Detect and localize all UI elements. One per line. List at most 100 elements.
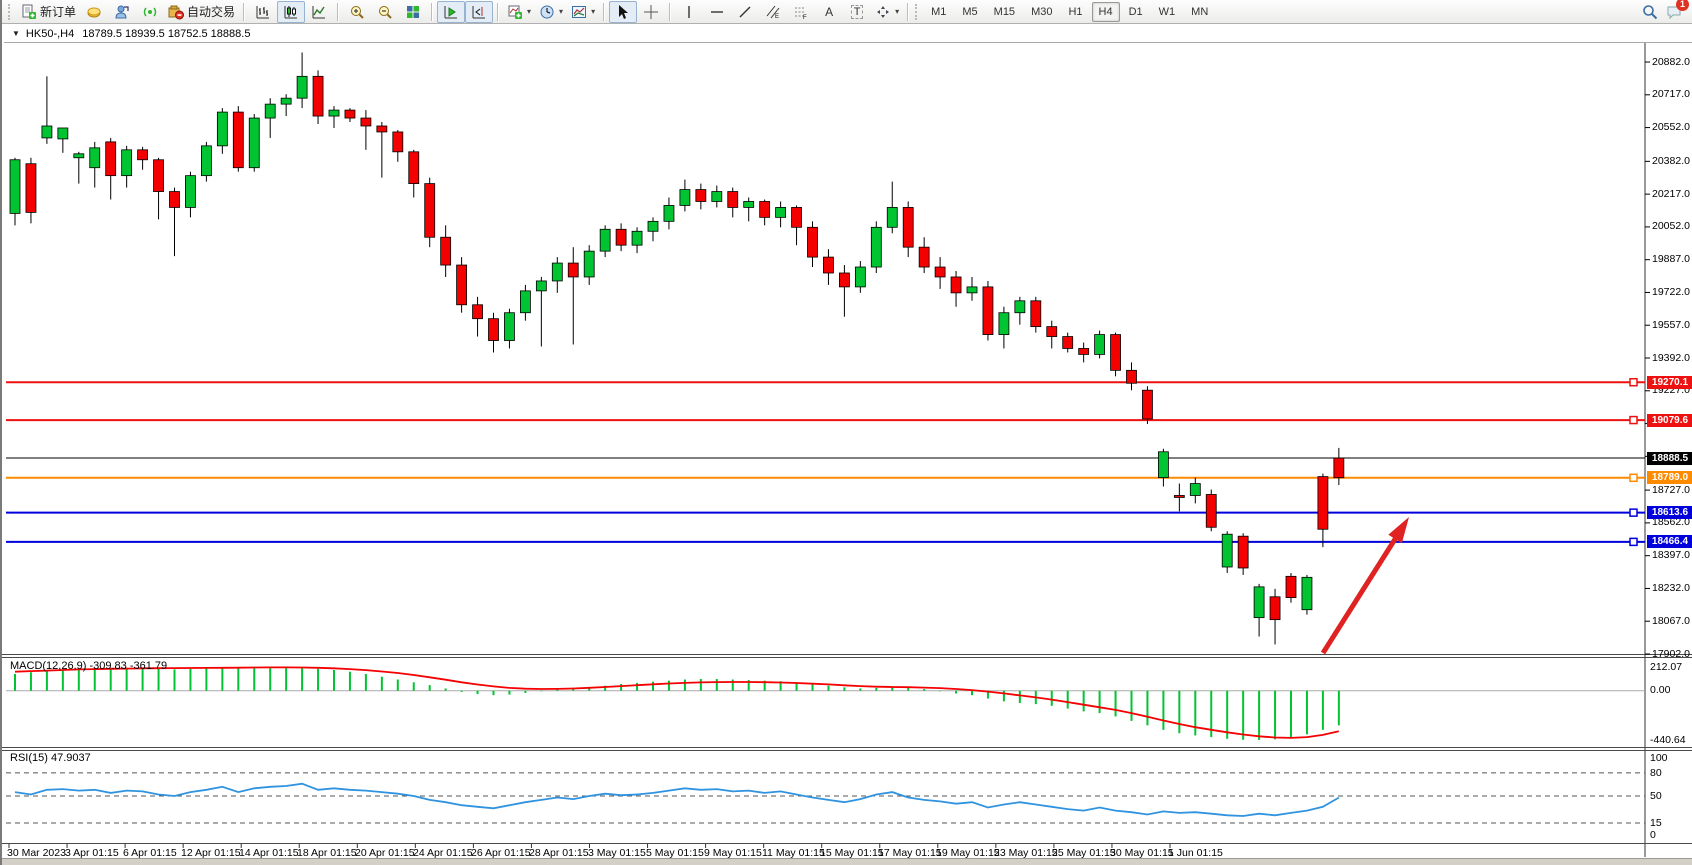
- candle-body: [568, 263, 578, 277]
- horizontal-line-button[interactable]: [703, 1, 731, 23]
- price-level-label-18466.4[interactable]: 18466.4: [1647, 535, 1692, 548]
- text-button[interactable]: A: [815, 1, 843, 23]
- candle-body: [903, 207, 913, 247]
- auto-scroll-button[interactable]: [437, 1, 465, 23]
- channel-button[interactable]: E: [759, 1, 787, 23]
- timeframe-M30[interactable]: M30: [1024, 2, 1059, 22]
- timeframe-M5[interactable]: M5: [955, 2, 984, 22]
- timeframe-D1[interactable]: D1: [1122, 2, 1150, 22]
- zoom-out-button[interactable]: [371, 1, 399, 23]
- candle-body: [106, 142, 116, 176]
- signal-button[interactable]: [136, 1, 164, 23]
- candle-body: [185, 176, 195, 208]
- tile-windows-icon: [405, 4, 421, 20]
- fibonacci-icon: F: [793, 4, 809, 20]
- periods-button[interactable]: ▾: [535, 1, 567, 23]
- bar-chart-icon: [255, 4, 271, 20]
- bar-chart-button[interactable]: [249, 1, 277, 23]
- profile-icon: [114, 4, 130, 20]
- candle-body: [1063, 337, 1073, 349]
- candlestick-chart-button[interactable]: [277, 1, 305, 23]
- search-icon[interactable]: [1642, 4, 1658, 20]
- toolbar-separator: [907, 3, 909, 21]
- templates-button[interactable]: ▾: [567, 1, 599, 23]
- candle-body: [361, 118, 371, 126]
- trendline-button[interactable]: [731, 1, 759, 23]
- hline-marker[interactable]: [1630, 379, 1637, 386]
- profile-button[interactable]: [108, 1, 136, 23]
- candle-body: [1111, 335, 1121, 371]
- candle-body: [648, 221, 658, 231]
- chart-title-bar: ▼ HK50-,H4 18789.5 18939.5 18752.5 18888…: [4, 25, 1692, 43]
- hline-marker[interactable]: [1630, 474, 1637, 481]
- price-level-label-19079.6[interactable]: 19079.6: [1647, 414, 1692, 427]
- candle-body: [10, 160, 20, 214]
- candlestick-chart-icon: [283, 4, 299, 20]
- candle-body: [680, 190, 690, 206]
- svg-text:E: E: [775, 14, 779, 20]
- notification-badge[interactable]: 1: [1676, 0, 1689, 11]
- candle-body: [42, 126, 52, 138]
- new-order-button[interactable]: 新订单: [17, 1, 80, 23]
- gold-icon: [86, 4, 102, 20]
- macd-signal-line: [15, 667, 1339, 738]
- tile-windows-button[interactable]: [399, 1, 427, 23]
- chart-shift-icon: [471, 4, 487, 20]
- candle-body: [616, 229, 626, 245]
- text-label-button[interactable]: T: [843, 1, 871, 23]
- price-level-label-18888.5[interactable]: 18888.5: [1647, 452, 1692, 465]
- vertical-line-button[interactable]: [675, 1, 703, 23]
- timeframe-M15[interactable]: M15: [987, 2, 1022, 22]
- hline-marker[interactable]: [1630, 538, 1637, 545]
- text-icon: A: [825, 5, 833, 19]
- line-chart-icon: [311, 4, 327, 20]
- candle-body: [760, 201, 770, 217]
- zoom-in-button[interactable]: [343, 1, 371, 23]
- candle-body: [457, 265, 467, 305]
- indicators-button[interactable]: ▾: [503, 1, 535, 23]
- price-level-label-19270.1[interactable]: 19270.1: [1647, 376, 1692, 389]
- candle-body: [170, 192, 180, 208]
- fibonacci-button[interactable]: F: [787, 1, 815, 23]
- autotrading-button[interactable]: 自动交易: [164, 1, 239, 23]
- candle-body: [776, 207, 786, 217]
- new-order-label: 新订单: [40, 3, 76, 20]
- editor-button[interactable]: [80, 1, 108, 23]
- chart-shift-button[interactable]: [465, 1, 493, 23]
- chart-dropdown-icon[interactable]: ▼: [12, 29, 20, 38]
- toolbar-grip: [915, 4, 920, 20]
- candle-body: [1095, 335, 1105, 355]
- candle-body: [552, 263, 562, 281]
- trend-arrow-head[interactable]: [1388, 517, 1409, 543]
- candle-body: [425, 184, 435, 238]
- toolbar-separator: [337, 3, 339, 21]
- cursor-button[interactable]: [609, 1, 637, 23]
- chevron-down-icon: ▾: [527, 7, 531, 16]
- candle-body: [1270, 597, 1280, 620]
- candle-body: [632, 231, 642, 245]
- price-level-label-18789.0[interactable]: 18789.0: [1647, 471, 1692, 484]
- candle-body: [265, 104, 275, 118]
- timeframe-M1[interactable]: M1: [924, 2, 953, 22]
- candle-body: [1031, 301, 1041, 327]
- arrows-button[interactable]: ▾: [871, 1, 903, 23]
- timeframe-W1[interactable]: W1: [1152, 2, 1183, 22]
- line-chart-button[interactable]: [305, 1, 333, 23]
- candle-body: [584, 251, 594, 277]
- timeframe-H1[interactable]: H1: [1061, 2, 1089, 22]
- candle-body: [839, 273, 849, 287]
- hline-marker[interactable]: [1630, 417, 1637, 424]
- trend-arrow-shaft[interactable]: [1323, 536, 1397, 653]
- chevron-down-icon: ▾: [591, 7, 595, 16]
- candle-body: [744, 201, 754, 207]
- price-level-label-18613.6[interactable]: 18613.6: [1647, 506, 1692, 519]
- timeframe-MN[interactable]: MN: [1184, 2, 1215, 22]
- timeframe-H4[interactable]: H4: [1092, 2, 1120, 22]
- hline-marker[interactable]: [1630, 509, 1637, 516]
- candle-body: [1222, 534, 1232, 567]
- zoom-in-icon: [349, 4, 365, 20]
- candle-body: [297, 76, 307, 98]
- candle-body: [808, 227, 818, 257]
- toolbar: 新订单: [2, 0, 1692, 24]
- crosshair-button[interactable]: [637, 1, 665, 23]
